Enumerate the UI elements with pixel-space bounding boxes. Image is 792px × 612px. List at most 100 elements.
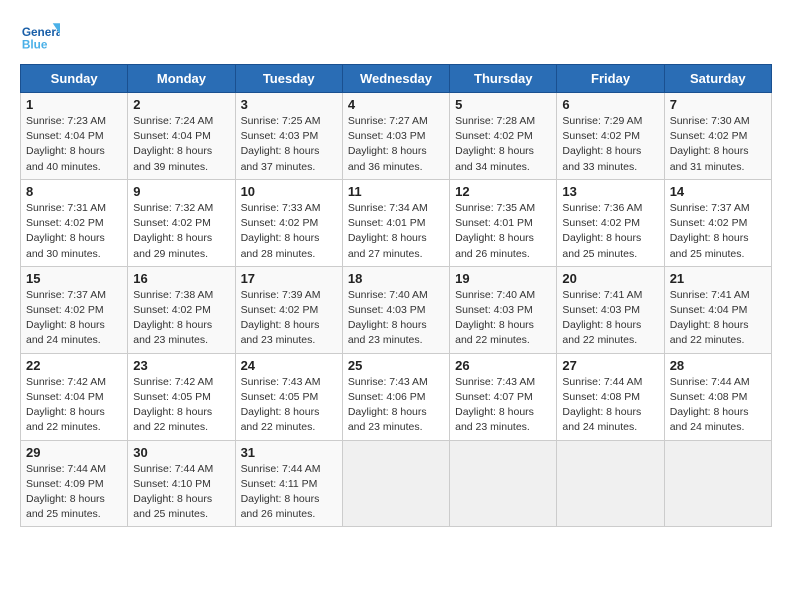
day-number: 1 <box>26 97 122 112</box>
calendar-cell: 29 Sunrise: 7:44 AMSunset: 4:09 PMDaylig… <box>21 440 128 527</box>
day-detail: Sunrise: 7:39 AMSunset: 4:02 PMDaylight:… <box>241 288 337 349</box>
calendar-cell: 15 Sunrise: 7:37 AMSunset: 4:02 PMDaylig… <box>21 266 128 353</box>
day-detail: Sunrise: 7:30 AMSunset: 4:02 PMDaylight:… <box>670 114 766 175</box>
calendar-cell <box>342 440 449 527</box>
day-number: 2 <box>133 97 229 112</box>
day-detail: Sunrise: 7:33 AMSunset: 4:02 PMDaylight:… <box>241 201 337 262</box>
week-row-1: 1 Sunrise: 7:23 AMSunset: 4:04 PMDayligh… <box>21 93 772 180</box>
calendar-cell: 6 Sunrise: 7:29 AMSunset: 4:02 PMDayligh… <box>557 93 664 180</box>
day-detail: Sunrise: 7:37 AMSunset: 4:02 PMDaylight:… <box>26 288 122 349</box>
calendar-cell: 27 Sunrise: 7:44 AMSunset: 4:08 PMDaylig… <box>557 353 664 440</box>
day-number: 29 <box>26 445 122 460</box>
day-number: 18 <box>348 271 444 286</box>
day-number: 24 <box>241 358 337 373</box>
calendar-cell: 24 Sunrise: 7:43 AMSunset: 4:05 PMDaylig… <box>235 353 342 440</box>
day-number: 10 <box>241 184 337 199</box>
calendar-cell: 5 Sunrise: 7:28 AMSunset: 4:02 PMDayligh… <box>450 93 557 180</box>
calendar-cell: 3 Sunrise: 7:25 AMSunset: 4:03 PMDayligh… <box>235 93 342 180</box>
day-number: 14 <box>670 184 766 199</box>
day-detail: Sunrise: 7:29 AMSunset: 4:02 PMDaylight:… <box>562 114 658 175</box>
day-detail: Sunrise: 7:44 AMSunset: 4:08 PMDaylight:… <box>562 375 658 436</box>
day-detail: Sunrise: 7:25 AMSunset: 4:03 PMDaylight:… <box>241 114 337 175</box>
day-detail: Sunrise: 7:35 AMSunset: 4:01 PMDaylight:… <box>455 201 551 262</box>
svg-text:Blue: Blue <box>22 38 48 52</box>
calendar-cell: 11 Sunrise: 7:34 AMSunset: 4:01 PMDaylig… <box>342 179 449 266</box>
calendar-cell: 2 Sunrise: 7:24 AMSunset: 4:04 PMDayligh… <box>128 93 235 180</box>
dow-header-sunday: Sunday <box>21 65 128 93</box>
day-number: 12 <box>455 184 551 199</box>
calendar-cell: 14 Sunrise: 7:37 AMSunset: 4:02 PMDaylig… <box>664 179 771 266</box>
calendar-cell: 8 Sunrise: 7:31 AMSunset: 4:02 PMDayligh… <box>21 179 128 266</box>
week-row-4: 22 Sunrise: 7:42 AMSunset: 4:04 PMDaylig… <box>21 353 772 440</box>
week-row-5: 29 Sunrise: 7:44 AMSunset: 4:09 PMDaylig… <box>21 440 772 527</box>
calendar-cell: 31 Sunrise: 7:44 AMSunset: 4:11 PMDaylig… <box>235 440 342 527</box>
calendar-cell: 13 Sunrise: 7:36 AMSunset: 4:02 PMDaylig… <box>557 179 664 266</box>
day-number: 22 <box>26 358 122 373</box>
calendar-cell: 18 Sunrise: 7:40 AMSunset: 4:03 PMDaylig… <box>342 266 449 353</box>
week-row-2: 8 Sunrise: 7:31 AMSunset: 4:02 PMDayligh… <box>21 179 772 266</box>
dow-header-wednesday: Wednesday <box>342 65 449 93</box>
dow-header-thursday: Thursday <box>450 65 557 93</box>
day-number: 8 <box>26 184 122 199</box>
day-number: 31 <box>241 445 337 460</box>
day-detail: Sunrise: 7:42 AMSunset: 4:04 PMDaylight:… <box>26 375 122 436</box>
calendar-cell: 19 Sunrise: 7:40 AMSunset: 4:03 PMDaylig… <box>450 266 557 353</box>
day-number: 3 <box>241 97 337 112</box>
calendar-cell: 1 Sunrise: 7:23 AMSunset: 4:04 PMDayligh… <box>21 93 128 180</box>
day-detail: Sunrise: 7:24 AMSunset: 4:04 PMDaylight:… <box>133 114 229 175</box>
dow-header-friday: Friday <box>557 65 664 93</box>
day-detail: Sunrise: 7:44 AMSunset: 4:09 PMDaylight:… <box>26 462 122 523</box>
calendar-cell <box>450 440 557 527</box>
day-detail: Sunrise: 7:31 AMSunset: 4:02 PMDaylight:… <box>26 201 122 262</box>
day-number: 28 <box>670 358 766 373</box>
day-number: 13 <box>562 184 658 199</box>
day-number: 20 <box>562 271 658 286</box>
week-row-3: 15 Sunrise: 7:37 AMSunset: 4:02 PMDaylig… <box>21 266 772 353</box>
day-detail: Sunrise: 7:44 AMSunset: 4:08 PMDaylight:… <box>670 375 766 436</box>
day-number: 11 <box>348 184 444 199</box>
dow-header-tuesday: Tuesday <box>235 65 342 93</box>
calendar-cell: 17 Sunrise: 7:39 AMSunset: 4:02 PMDaylig… <box>235 266 342 353</box>
day-detail: Sunrise: 7:43 AMSunset: 4:05 PMDaylight:… <box>241 375 337 436</box>
day-detail: Sunrise: 7:43 AMSunset: 4:07 PMDaylight:… <box>455 375 551 436</box>
day-number: 23 <box>133 358 229 373</box>
calendar-cell: 7 Sunrise: 7:30 AMSunset: 4:02 PMDayligh… <box>664 93 771 180</box>
calendar-cell: 30 Sunrise: 7:44 AMSunset: 4:10 PMDaylig… <box>128 440 235 527</box>
day-detail: Sunrise: 7:42 AMSunset: 4:05 PMDaylight:… <box>133 375 229 436</box>
calendar-cell: 10 Sunrise: 7:33 AMSunset: 4:02 PMDaylig… <box>235 179 342 266</box>
day-number: 5 <box>455 97 551 112</box>
day-detail: Sunrise: 7:44 AMSunset: 4:11 PMDaylight:… <box>241 462 337 523</box>
day-detail: Sunrise: 7:43 AMSunset: 4:06 PMDaylight:… <box>348 375 444 436</box>
calendar-cell <box>557 440 664 527</box>
calendar-cell <box>664 440 771 527</box>
logo: General Blue <box>20 16 64 56</box>
calendar-cell: 28 Sunrise: 7:44 AMSunset: 4:08 PMDaylig… <box>664 353 771 440</box>
day-number: 7 <box>670 97 766 112</box>
calendar-cell: 25 Sunrise: 7:43 AMSunset: 4:06 PMDaylig… <box>342 353 449 440</box>
dow-header-monday: Monday <box>128 65 235 93</box>
day-detail: Sunrise: 7:32 AMSunset: 4:02 PMDaylight:… <box>133 201 229 262</box>
calendar-cell: 16 Sunrise: 7:38 AMSunset: 4:02 PMDaylig… <box>128 266 235 353</box>
calendar-cell: 22 Sunrise: 7:42 AMSunset: 4:04 PMDaylig… <box>21 353 128 440</box>
day-detail: Sunrise: 7:27 AMSunset: 4:03 PMDaylight:… <box>348 114 444 175</box>
calendar-table: SundayMondayTuesdayWednesdayThursdayFrid… <box>20 64 772 527</box>
day-number: 27 <box>562 358 658 373</box>
calendar-cell: 20 Sunrise: 7:41 AMSunset: 4:03 PMDaylig… <box>557 266 664 353</box>
day-number: 16 <box>133 271 229 286</box>
day-detail: Sunrise: 7:36 AMSunset: 4:02 PMDaylight:… <box>562 201 658 262</box>
day-number: 9 <box>133 184 229 199</box>
day-number: 25 <box>348 358 444 373</box>
day-number: 26 <box>455 358 551 373</box>
day-detail: Sunrise: 7:41 AMSunset: 4:03 PMDaylight:… <box>562 288 658 349</box>
calendar-cell: 26 Sunrise: 7:43 AMSunset: 4:07 PMDaylig… <box>450 353 557 440</box>
day-number: 30 <box>133 445 229 460</box>
day-detail: Sunrise: 7:41 AMSunset: 4:04 PMDaylight:… <box>670 288 766 349</box>
day-number: 15 <box>26 271 122 286</box>
day-detail: Sunrise: 7:40 AMSunset: 4:03 PMDaylight:… <box>455 288 551 349</box>
calendar-cell: 9 Sunrise: 7:32 AMSunset: 4:02 PMDayligh… <box>128 179 235 266</box>
day-number: 19 <box>455 271 551 286</box>
page-header: General Blue <box>20 16 772 56</box>
day-number: 6 <box>562 97 658 112</box>
day-detail: Sunrise: 7:23 AMSunset: 4:04 PMDaylight:… <box>26 114 122 175</box>
day-number: 17 <box>241 271 337 286</box>
